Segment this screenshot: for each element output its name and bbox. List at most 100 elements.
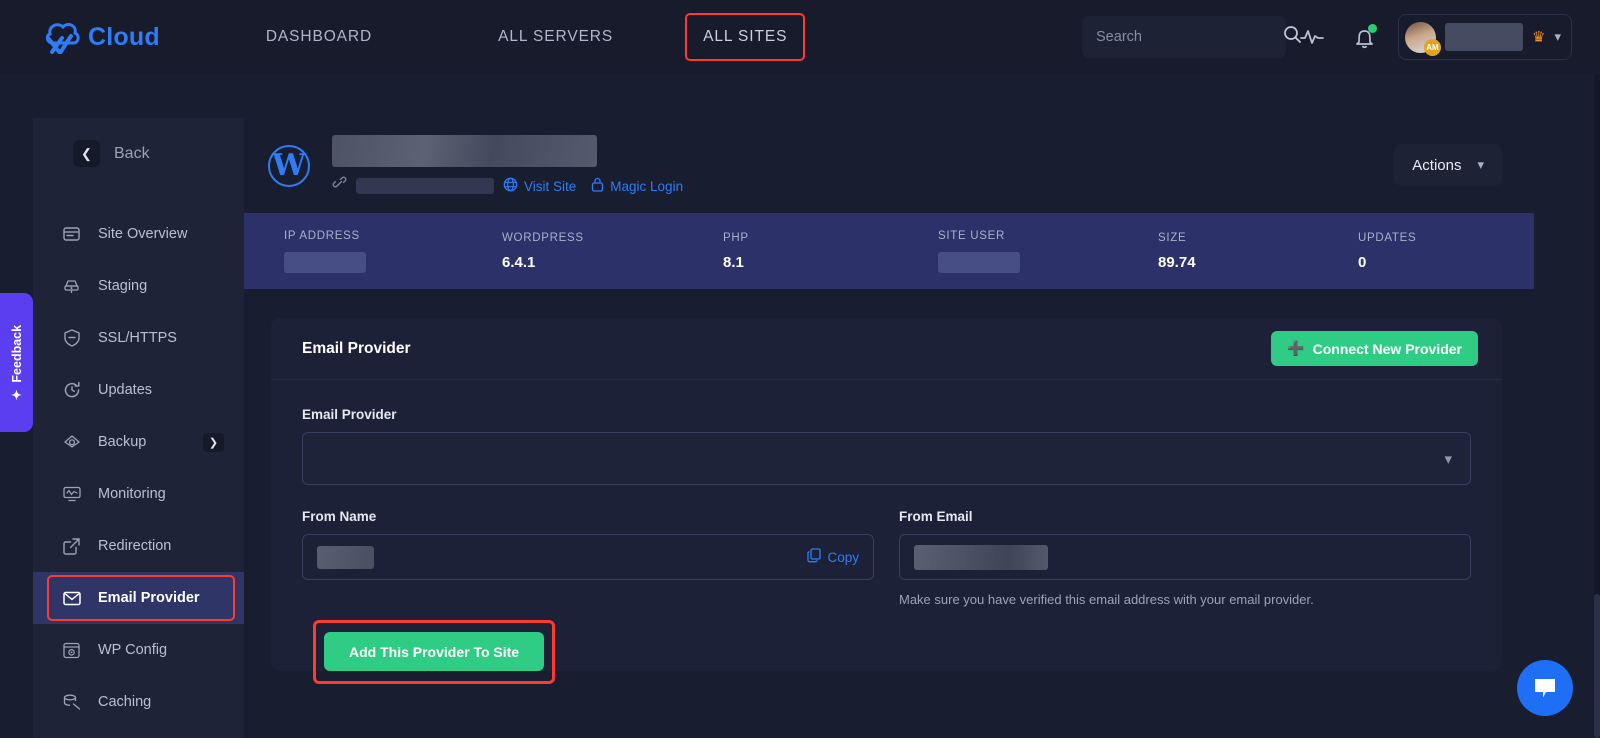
visit-site-link[interactable]: Visit Site xyxy=(503,177,576,195)
sidebar-item-label: WP Config xyxy=(98,642,167,658)
sidebar-item-backup[interactable]: Backup ❯ xyxy=(33,416,244,468)
sidebar-item-email-provider[interactable]: Email Provider xyxy=(33,572,244,624)
scrollbar-thumb[interactable] xyxy=(1594,594,1600,738)
stat-site-user: SITE USER xyxy=(938,230,1158,273)
sparkles-icon: ✦ xyxy=(9,390,24,400)
user-name-redacted xyxy=(1445,23,1523,51)
email-provider-field-label: Email Provider xyxy=(302,407,1471,422)
stat-size: SIZE 89.74 xyxy=(1158,232,1358,271)
card-header: Email Provider ➕ Connect New Provider xyxy=(271,318,1502,380)
site-links-row: Visit Site Magic Login xyxy=(332,176,683,196)
brand-logo-group[interactable]: Cloud xyxy=(40,20,160,54)
avatar-badge: AM xyxy=(1424,39,1441,56)
stat-label: PHP xyxy=(723,232,938,244)
from-email-group: From Email Make sure you have verified t… xyxy=(899,509,1471,607)
site-stats-bar: IP ADDRESS WORDPRESS 6.4.1 PHP 8.1 SITE … xyxy=(244,213,1534,289)
shield-icon xyxy=(62,329,81,348)
wordpress-icon: W xyxy=(268,145,310,187)
bell-icon[interactable] xyxy=(1338,11,1390,63)
stat-label: SIZE xyxy=(1158,232,1358,244)
email-provider-select[interactable]: ▾ xyxy=(302,432,1471,485)
globe-icon xyxy=(503,177,518,195)
connect-new-provider-label: Connect New Provider xyxy=(1313,341,1462,357)
nav-link-all-sites[interactable]: ALL SITES xyxy=(685,13,805,61)
stat-label: SITE USER xyxy=(938,230,1158,242)
sidebar-item-label: Email Provider xyxy=(98,590,200,606)
sidebar-item-updates[interactable]: Updates xyxy=(33,364,244,416)
site-url-redacted xyxy=(356,178,494,194)
copy-from-name-button[interactable]: Copy xyxy=(807,548,859,566)
sidebar-item-caching[interactable]: Caching xyxy=(33,676,244,728)
user-menu[interactable]: AM ♛ ▾ xyxy=(1398,14,1572,60)
staging-icon xyxy=(62,277,81,296)
sidebar-item-redirection[interactable]: Redirection xyxy=(33,520,244,572)
feedback-tab[interactable]: ✦ Feedback xyxy=(0,293,33,432)
primary-nav-links: DASHBOARD ALL SERVERS ALL SITES xyxy=(252,13,806,61)
chevron-right-icon[interactable]: ❯ xyxy=(203,433,224,452)
magic-login-link[interactable]: Magic Login xyxy=(591,177,683,195)
add-provider-button-wrapper: Add This Provider To Site xyxy=(324,632,544,671)
feedback-label: Feedback xyxy=(10,325,24,383)
nav-link-dashboard[interactable]: DASHBOARD xyxy=(252,18,386,56)
copy-icon xyxy=(807,548,821,566)
sidebar-item-site-overview[interactable]: Site Overview xyxy=(33,208,244,260)
stat-value-redacted xyxy=(938,252,1020,273)
actions-button[interactable]: Actions ▾ xyxy=(1394,144,1502,186)
avatar: AM xyxy=(1405,22,1436,53)
sidebar-item-staging[interactable]: Staging xyxy=(33,260,244,312)
refresh-clock-icon xyxy=(62,381,81,400)
sidebar-item-label: Caching xyxy=(98,694,151,710)
sidebar-item-monitoring[interactable]: Monitoring xyxy=(33,468,244,520)
nav-link-all-servers[interactable]: ALL SERVERS xyxy=(484,18,627,56)
visit-site-label: Visit Site xyxy=(524,179,576,194)
plus-icon: ➕ xyxy=(1287,340,1304,357)
chevron-down-icon: ▾ xyxy=(1444,450,1452,468)
from-name-value-redacted xyxy=(317,546,374,569)
connect-new-provider-button[interactable]: ➕ Connect New Provider xyxy=(1271,331,1478,366)
stat-label: UPDATES xyxy=(1358,232,1416,244)
from-name-group: From Name Copy xyxy=(302,509,874,607)
chevron-left-icon: ❮ xyxy=(73,140,100,167)
sidebar-item-label: SSL/HTTPS xyxy=(98,330,177,346)
stat-wordpress: WORDPRESS 6.4.1 xyxy=(502,232,723,271)
cloud-logo-icon xyxy=(40,20,82,54)
sidebar-item-label: Updates xyxy=(98,382,152,398)
stat-value: 0 xyxy=(1358,254,1416,271)
from-name-input[interactable]: Copy xyxy=(302,534,874,580)
main-content: W Visit Site Magic Login xyxy=(244,118,1534,671)
magic-login-label: Magic Login xyxy=(610,179,683,194)
sidebar-item-wp-config[interactable]: WP Config xyxy=(33,624,244,676)
sidebar-item-label: Staging xyxy=(98,278,147,294)
from-email-input[interactable] xyxy=(899,534,1471,580)
notification-dot xyxy=(1368,24,1377,33)
site-header: W Visit Site Magic Login xyxy=(244,118,1534,213)
activity-pulse-icon[interactable] xyxy=(1286,11,1338,63)
chat-bubble-icon[interactable] xyxy=(1517,660,1573,716)
top-navigation-bar: Cloud DASHBOARD ALL SERVERS ALL SITES AM… xyxy=(0,0,1600,74)
search-box[interactable] xyxy=(1082,16,1286,58)
wp-config-icon xyxy=(62,641,81,660)
page-scrollbar[interactable] xyxy=(1594,74,1600,738)
back-button[interactable]: ❮ Back xyxy=(33,118,244,167)
name-email-row: From Name Copy From Email xyxy=(302,509,1471,607)
external-link-icon xyxy=(62,537,81,556)
back-label: Back xyxy=(114,145,150,163)
stat-label: WORDPRESS xyxy=(502,232,723,244)
crown-icon: ♛ xyxy=(1532,28,1545,46)
from-name-label: From Name xyxy=(302,509,874,524)
brand-name: Cloud xyxy=(88,23,160,52)
sidebar-menu: Site Overview Staging SSL/HTTPS Updates xyxy=(33,208,244,728)
stat-ip-address: IP ADDRESS xyxy=(284,230,502,273)
sidebar-item-label: Monitoring xyxy=(98,486,166,502)
site-meta: Visit Site Magic Login xyxy=(332,135,683,196)
card-title: Email Provider xyxy=(302,340,411,358)
nav-right-group: AM ♛ ▾ xyxy=(1082,0,1572,74)
from-email-value-redacted xyxy=(914,545,1048,570)
link-chain-icon xyxy=(332,176,347,196)
chevron-down-icon[interactable]: ▾ xyxy=(1554,29,1561,45)
search-input[interactable] xyxy=(1096,29,1283,45)
stat-value-redacted xyxy=(284,252,366,273)
sidebar-item-ssl-https[interactable]: SSL/HTTPS xyxy=(33,312,244,364)
stat-php: PHP 8.1 xyxy=(723,232,938,271)
add-provider-to-site-button[interactable]: Add This Provider To Site xyxy=(324,632,544,671)
